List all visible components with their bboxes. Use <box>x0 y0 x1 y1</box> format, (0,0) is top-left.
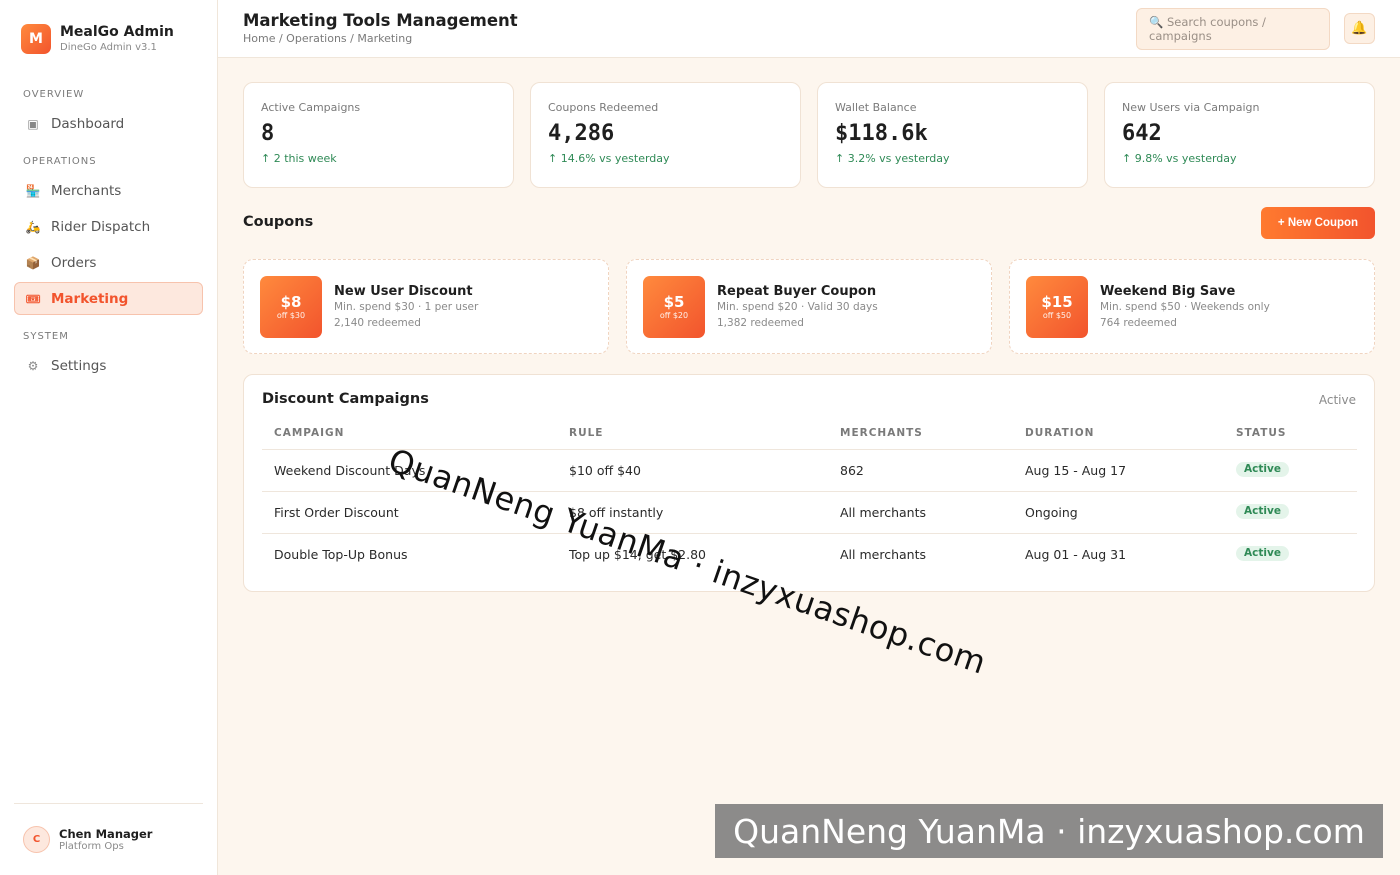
sidebar-item-label: Settings <box>51 357 107 374</box>
coupon-card[interactable]: $15 off $50 Weekend Big Save Min. spend … <box>1009 259 1375 354</box>
section-label-operations: OPERATIONS <box>23 156 97 167</box>
stat-label: Wallet Balance <box>835 101 917 114</box>
coupon-title: Weekend Big Save <box>1100 284 1236 299</box>
cell-merchants: All merchants <box>840 505 926 520</box>
cell-duration: Aug 15 - Aug 17 <box>1025 463 1127 478</box>
package-icon: 📦 <box>25 255 41 270</box>
sidebar-item-marketing[interactable]: 🎟 Marketing <box>14 282 203 315</box>
ticket-icon: 🎟 <box>25 291 41 306</box>
cell-campaign: Double Top-Up Bonus <box>274 547 408 562</box>
sidebar-item-merchants[interactable]: 🏪 Merchants <box>14 174 203 207</box>
sidebar: M MealGo Admin DineGo Admin v3.1 OVERVIE… <box>0 0 218 875</box>
watermark-banner: QuanNeng YuanMa · inzyxuashop.com <box>715 804 1383 858</box>
brand-logo: M <box>21 24 51 54</box>
sidebar-item-label: Dashboard <box>51 115 125 132</box>
stat-label: Coupons Redeemed <box>548 101 659 114</box>
stat-value: 642 <box>1122 121 1162 146</box>
avatar: C <box>23 826 50 853</box>
coupon-amount: $5 <box>663 293 685 311</box>
coupons-section-title: Coupons <box>243 214 314 230</box>
search-input[interactable]: 🔍 Search coupons / campaigns <box>1136 8 1330 50</box>
store-icon: 🏪 <box>25 183 41 198</box>
stat-trend: ↑ 9.8% vs yesterday <box>1122 152 1237 165</box>
sidebar-item-orders[interactable]: 📦 Orders <box>14 246 203 279</box>
coupon-rule: Min. spend $20 · Valid 30 days <box>717 301 878 313</box>
gear-icon: ⚙ <box>27 358 39 373</box>
cell-rule: $10 off $40 <box>569 463 641 478</box>
stat-label: New Users via Campaign <box>1122 101 1260 114</box>
scooter-icon: 🛵 <box>25 219 41 234</box>
stat-trend: ↑ 2 this week <box>261 152 337 165</box>
dashboard-icon: ▣ <box>27 116 39 131</box>
coupon-rule: Min. spend $30 · 1 per user <box>334 301 479 313</box>
user-role: Platform Ops <box>59 840 124 852</box>
coupon-threshold: off $50 <box>1042 311 1072 320</box>
column-header-campaign: CAMPAIGN <box>274 427 345 439</box>
coupon-redeemed: 1,382 redeemed <box>717 317 804 329</box>
sidebar-item-settings[interactable]: ⚙ Settings <box>14 349 203 382</box>
cell-duration: Ongoing <box>1025 505 1078 520</box>
coupon-badge: $5 off $20 <box>643 276 705 338</box>
stat-value: 8 <box>261 121 275 146</box>
stat-trend: ↑ 14.6% vs yesterday <box>548 152 670 165</box>
coupon-badge: $8 off $30 <box>260 276 322 338</box>
bell-icon[interactable]: 🔔 <box>1344 13 1375 44</box>
coupon-badge: $15 off $50 <box>1026 276 1088 338</box>
status-filter[interactable]: Active <box>1319 393 1356 407</box>
sidebar-item-label: Marketing <box>51 290 129 307</box>
stat-card-active-campaigns: Active Campaigns 8 ↑ 2 this week <box>243 82 514 188</box>
sidebar-item-dashboard[interactable]: ▣ Dashboard <box>14 107 203 140</box>
sidebar-item-label: Rider Dispatch <box>51 218 151 235</box>
coupon-redeemed: 764 redeemed <box>1100 317 1177 329</box>
new-coupon-button[interactable]: + New Coupon <box>1261 207 1375 239</box>
stat-card-coupons-redeemed: Coupons Redeemed 4,286 ↑ 14.6% vs yester… <box>530 82 801 188</box>
sidebar-item-rider-dispatch[interactable]: 🛵 Rider Dispatch <box>14 210 203 243</box>
status-badge: Active <box>1236 504 1289 519</box>
coupon-redeemed: 2,140 redeemed <box>334 317 421 329</box>
user-profile[interactable]: C Chen Manager Platform Ops <box>14 803 203 875</box>
brand-name: MealGo Admin <box>60 24 174 40</box>
stat-card-new-users: New Users via Campaign 642 ↑ 9.8% vs yes… <box>1104 82 1375 188</box>
coupon-card[interactable]: $8 off $30 New User Discount Min. spend … <box>243 259 609 354</box>
status-badge: Active <box>1236 546 1289 561</box>
cell-duration: Aug 01 - Aug 31 <box>1025 547 1127 562</box>
column-header-rule: RULE <box>569 427 604 439</box>
cell-merchants: All merchants <box>840 547 926 562</box>
stat-card-wallet-balance: Wallet Balance $118.6k ↑ 3.2% vs yesterd… <box>817 82 1088 188</box>
panel-title: Discount Campaigns <box>262 391 429 407</box>
coupon-title: New User Discount <box>334 284 473 299</box>
coupon-amount: $15 <box>1041 293 1073 311</box>
status-badge: Active <box>1236 462 1289 477</box>
page-title: Marketing Tools Management <box>243 11 518 30</box>
cell-merchants: 862 <box>840 463 864 478</box>
brand[interactable]: M MealGo Admin DineGo Admin v3.1 <box>21 24 174 54</box>
user-name: Chen Manager <box>59 826 153 841</box>
stat-value: 4,286 <box>548 121 615 146</box>
divider <box>262 533 1357 534</box>
coupon-card[interactable]: $5 off $20 Repeat Buyer Coupon Min. spen… <box>626 259 992 354</box>
cell-campaign: First Order Discount <box>274 505 399 520</box>
sidebar-item-label: Merchants <box>51 182 122 199</box>
coupon-threshold: off $20 <box>659 311 689 320</box>
brand-version: DineGo Admin v3.1 <box>60 42 157 53</box>
stat-value: $118.6k <box>835 121 928 146</box>
divider <box>262 449 1357 450</box>
column-header-status: STATUS <box>1236 427 1287 439</box>
breadcrumb: Home / Operations / Marketing <box>243 32 413 45</box>
sidebar-item-label: Orders <box>51 254 97 271</box>
coupon-rule: Min. spend $50 · Weekends only <box>1100 301 1270 313</box>
stat-label: Active Campaigns <box>261 101 361 114</box>
stat-trend: ↑ 3.2% vs yesterday <box>835 152 950 165</box>
column-header-duration: DURATION <box>1025 427 1095 439</box>
coupon-threshold: off $30 <box>276 311 306 320</box>
section-label-system: SYSTEM <box>23 331 69 342</box>
section-label-overview: OVERVIEW <box>23 89 85 100</box>
column-header-merchants: MERCHANTS <box>840 427 923 439</box>
coupon-title: Repeat Buyer Coupon <box>717 284 877 299</box>
coupon-amount: $8 <box>280 293 302 311</box>
top-header: Marketing Tools Management Home / Operat… <box>218 0 1400 58</box>
